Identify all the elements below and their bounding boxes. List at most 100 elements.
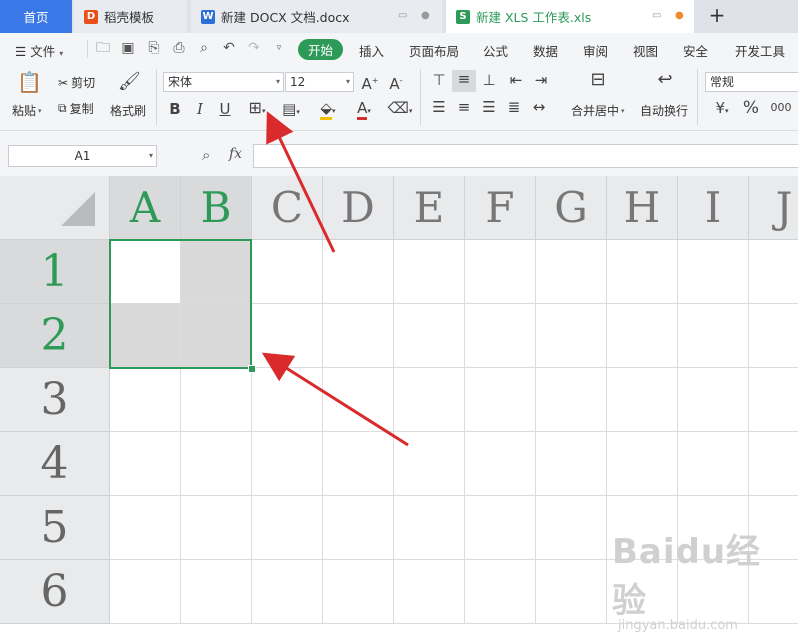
cell-e2[interactable] xyxy=(394,304,465,368)
cell-e5[interactable] xyxy=(394,496,465,560)
column-header-d[interactable]: D xyxy=(323,176,394,240)
select-all-button[interactable] xyxy=(0,176,110,240)
print-preview-icon[interactable]: ⌕ xyxy=(196,40,212,56)
cell-style-icon[interactable]: ▤▾ xyxy=(278,100,304,121)
row-header-3[interactable]: 3 xyxy=(0,368,110,432)
cell-d4[interactable] xyxy=(323,432,394,496)
cell-g1[interactable] xyxy=(536,240,607,304)
column-header-j[interactable]: J xyxy=(749,176,798,240)
cell-c1[interactable] xyxy=(252,240,323,304)
cell-b4[interactable] xyxy=(181,432,252,496)
borders-icon[interactable]: ⊞▾ xyxy=(244,99,270,120)
cell-i2[interactable] xyxy=(678,304,749,368)
cell-i1[interactable] xyxy=(678,240,749,304)
percent-icon[interactable]: % xyxy=(742,99,760,117)
format-painter-icon[interactable]: 🖌 xyxy=(118,73,141,97)
cell-f6[interactable] xyxy=(465,560,536,624)
cell-c4[interactable] xyxy=(252,432,323,496)
cell-j4[interactable] xyxy=(749,432,798,496)
tab-close-dot-icon[interactable]: ● xyxy=(421,10,430,21)
cell-d5[interactable] xyxy=(323,496,394,560)
currency-icon[interactable]: ¥▾ xyxy=(708,99,736,120)
customize-dropdown-icon[interactable]: ▿ xyxy=(271,40,287,56)
redo-icon[interactable]: ↷ xyxy=(246,40,262,56)
file-menu[interactable]: ☰ 文件 ▾ xyxy=(15,41,63,60)
cell-b3[interactable] xyxy=(181,368,252,432)
cell-e4[interactable] xyxy=(394,432,465,496)
column-header-h[interactable]: H xyxy=(607,176,678,240)
cell-a4[interactable] xyxy=(110,432,181,496)
underline-icon[interactable]: U xyxy=(216,100,234,118)
number-format-select[interactable]: 常规 xyxy=(705,72,798,92)
save-icon[interactable]: ▣ xyxy=(120,40,136,56)
menu-tab-view[interactable]: 视图 xyxy=(633,41,658,60)
font-name-select[interactable]: 宋体 ▾ xyxy=(163,72,284,92)
cell-a2[interactable] xyxy=(110,304,181,368)
align-top-icon[interactable]: ⊤ xyxy=(430,71,448,89)
open-folder-icon[interactable]: 🗀 xyxy=(95,40,111,56)
cell-j2[interactable] xyxy=(749,304,798,368)
cell-c5[interactable] xyxy=(252,496,323,560)
cell-c2[interactable] xyxy=(252,304,323,368)
wrap-text-icon[interactable]: ↩ xyxy=(652,71,678,93)
align-center-icon[interactable]: ≡ xyxy=(455,98,473,116)
menu-tab-review[interactable]: 审阅 xyxy=(583,41,608,60)
wrap-text-button[interactable]: 自动换行 xyxy=(640,102,688,119)
menu-tab-home[interactable]: 开始 xyxy=(298,39,343,60)
formula-input[interactable] xyxy=(253,144,798,168)
cell-g2[interactable] xyxy=(536,304,607,368)
zoom-search-icon[interactable]: ⌕ xyxy=(202,146,210,164)
font-shrink-icon[interactable]: A- xyxy=(386,72,406,93)
print-icon[interactable]: ⎙ xyxy=(171,40,187,56)
row-header-6[interactable]: 6 xyxy=(0,560,110,624)
column-header-a[interactable]: A xyxy=(110,176,181,240)
cell-a5[interactable] xyxy=(110,496,181,560)
cell-g6[interactable] xyxy=(536,560,607,624)
cell-b5[interactable] xyxy=(181,496,252,560)
copy-button[interactable]: ⧉ 复制 xyxy=(58,100,94,117)
cell-h3[interactable] xyxy=(607,368,678,432)
thousands-separator-icon[interactable]: 000 xyxy=(770,99,792,117)
cell-d6[interactable] xyxy=(323,560,394,624)
cell-i4[interactable] xyxy=(678,432,749,496)
cell-d3[interactable] xyxy=(323,368,394,432)
cell-f2[interactable] xyxy=(465,304,536,368)
format-painter-button[interactable]: 格式刷 xyxy=(110,102,146,119)
cell-j1[interactable] xyxy=(749,240,798,304)
monitor-icon[interactable]: ▭ xyxy=(652,10,661,21)
menu-tab-formulas[interactable]: 公式 xyxy=(483,41,508,60)
column-header-i[interactable]: I xyxy=(678,176,749,240)
align-bottom-icon[interactable]: ⊥ xyxy=(480,71,498,89)
cell-f4[interactable] xyxy=(465,432,536,496)
merge-center-icon[interactable]: ⊟ xyxy=(585,71,611,93)
font-size-select[interactable]: 12 ▾ xyxy=(285,72,354,92)
cell-e3[interactable] xyxy=(394,368,465,432)
paste-icon[interactable]: 📋 xyxy=(17,72,42,97)
cell-a1[interactable] xyxy=(110,240,181,304)
cell-h4[interactable] xyxy=(607,432,678,496)
cell-h1[interactable] xyxy=(607,240,678,304)
name-box[interactable]: A1 ▾ xyxy=(8,145,157,167)
cell-e6[interactable] xyxy=(394,560,465,624)
column-header-f[interactable]: F xyxy=(465,176,536,240)
merge-center-button[interactable]: 合并居中 ▾ xyxy=(571,102,625,119)
cell-b6[interactable] xyxy=(181,560,252,624)
cell-f3[interactable] xyxy=(465,368,536,432)
paste-button[interactable]: 粘贴 ▾ xyxy=(12,102,42,119)
cell-d2[interactable] xyxy=(323,304,394,368)
fx-label[interactable]: fx xyxy=(229,146,242,162)
menu-tab-insert[interactable]: 插入 xyxy=(359,41,384,60)
column-header-g[interactable]: G xyxy=(536,176,607,240)
row-header-5[interactable]: 5 xyxy=(0,496,110,560)
cell-b2[interactable] xyxy=(181,304,252,368)
cell-f1[interactable] xyxy=(465,240,536,304)
cell-a3[interactable] xyxy=(110,368,181,432)
align-middle-icon[interactable]: ≡ xyxy=(452,70,476,92)
italic-icon[interactable]: I xyxy=(191,100,209,118)
justify-icon[interactable]: ≣ xyxy=(505,98,523,116)
align-left-icon[interactable]: ☰ xyxy=(430,98,448,116)
menu-tab-developer[interactable]: 开发工具 xyxy=(735,41,785,60)
cell-g4[interactable] xyxy=(536,432,607,496)
cell-b1[interactable] xyxy=(181,240,252,304)
fill-handle[interactable] xyxy=(248,365,256,373)
